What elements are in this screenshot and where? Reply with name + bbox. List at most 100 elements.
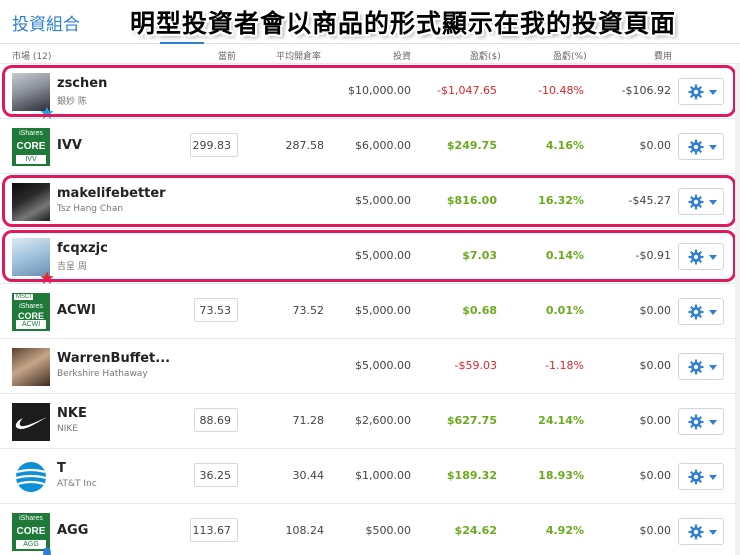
current-price[interactable]: 113.67 <box>190 518 238 542</box>
table-row[interactable]: makelifebetter Tsz Hang Chan $5,000.00 $816… <box>0 174 740 229</box>
chevron-down-icon <box>709 475 717 480</box>
invested-amount: $2,600.00 <box>355 414 411 427</box>
fee-amount: $0.00 <box>639 414 672 427</box>
col-fees[interactable]: 費用 <box>654 49 672 62</box>
col-pl-percent[interactable]: 盈虧(%) <box>553 49 587 62</box>
gear-icon <box>688 359 704 375</box>
table-row[interactable]: zschen 銀妙 陈 $10,000.00 -$1,047.65 -10.48% -$1… <box>0 64 740 119</box>
instrument-name[interactable]: fcqxzjc <box>57 241 108 256</box>
pl-amount: $189.32 <box>446 469 497 482</box>
pl-percent: 16.32% <box>538 194 584 207</box>
fee-amount: -$45.27 <box>628 194 671 207</box>
row-settings-button[interactable] <box>678 298 724 325</box>
invested-amount: $5,000.00 <box>355 359 411 372</box>
fee-amount: $0.00 <box>639 524 672 537</box>
instrument-name[interactable]: IVV <box>57 138 82 153</box>
row-settings-button[interactable] <box>678 78 724 105</box>
chevron-down-icon <box>709 90 717 95</box>
instrument-name[interactable]: T <box>57 461 66 476</box>
chevron-down-icon <box>709 530 717 535</box>
avg-open-rate: 108.24 <box>285 524 325 537</box>
chevron-down-icon <box>709 255 717 260</box>
tab-bar: 投資組合 明型投資者會以商品的形式顯示在我的投資頁面 <box>0 0 740 44</box>
table-row[interactable]: T AT&T Inc 36.25 30.44 $1,000.00 $189.32 18.93… <box>0 449 740 504</box>
chevron-down-icon <box>709 310 717 315</box>
row-settings-button[interactable] <box>678 243 724 270</box>
invested-amount: $5,000.00 <box>355 304 411 317</box>
invested-amount: $5,000.00 <box>355 249 411 262</box>
pl-amount: $816.00 <box>446 194 497 207</box>
fee-amount: $0.00 <box>639 304 672 317</box>
red-star-icon <box>40 270 54 284</box>
instrument-subtitle: NIKE <box>57 424 78 434</box>
ishares-logo[interactable]: iShares CORE IVV <box>12 128 50 166</box>
row-settings-button[interactable] <box>678 353 724 380</box>
avatar[interactable] <box>12 348 50 386</box>
gear-icon <box>688 194 704 210</box>
col-pl-amount[interactable]: 盈虧($) <box>470 49 501 62</box>
avg-open-rate: 30.44 <box>292 469 325 482</box>
current-price[interactable]: 299.83 <box>190 133 238 157</box>
pl-amount: $627.75 <box>446 414 497 427</box>
table-row[interactable]: WarrenBuffet... Berkshire Hathaway $5,000.… <box>0 339 740 394</box>
row-settings-button[interactable] <box>678 408 724 435</box>
pl-percent: -10.48% <box>538 84 584 97</box>
chevron-down-icon <box>709 420 717 425</box>
instrument-name[interactable]: zschen <box>57 76 107 91</box>
scrollbar[interactable] <box>735 64 740 555</box>
bell-icon <box>40 545 54 555</box>
avatar[interactable] <box>12 183 50 221</box>
chevron-down-icon <box>709 145 717 150</box>
logo-brand: iShares <box>19 303 43 310</box>
logo-ticker: IVV <box>16 155 46 164</box>
instrument-name[interactable]: ACWI <box>57 303 96 318</box>
tab-portfolio[interactable]: 投資組合 <box>12 10 80 35</box>
gear-icon <box>688 84 704 100</box>
avg-open-rate: 73.52 <box>292 304 325 317</box>
row-settings-button[interactable] <box>678 518 724 545</box>
invested-amount: $500.00 <box>365 524 412 537</box>
current-price[interactable]: 73.53 <box>194 298 238 322</box>
invested-amount: $5,000.00 <box>355 194 411 207</box>
row-settings-button[interactable] <box>678 188 724 215</box>
pl-amount: $249.75 <box>446 139 497 152</box>
instrument-name[interactable]: WarrenBuffet... <box>57 351 170 366</box>
annotation-banner: 明型投資者會以商品的形式顯示在我的投資頁面 <box>130 9 677 38</box>
swoosh-icon <box>15 417 47 430</box>
avg-open-rate: 71.28 <box>292 414 325 427</box>
logo-ticker: ACWI <box>16 320 46 329</box>
col-avg-open[interactable]: 平均開倉率 <box>276 49 321 62</box>
col-current[interactable]: 當前 <box>218 49 236 62</box>
current-price[interactable]: 88.69 <box>194 408 238 432</box>
gear-icon <box>688 524 704 540</box>
instrument-subtitle: 銀妙 陈 <box>57 97 87 107</box>
instrument-subtitle: AT&T Inc <box>57 479 97 489</box>
logo-brand: iShares <box>19 515 43 522</box>
fee-amount: -$106.92 <box>621 84 671 97</box>
table-row[interactable]: NKE NIKE 88.69 71.28 $2,600.00 $627.75 24.14% $… <box>0 394 740 449</box>
blue-star-icon <box>40 105 54 119</box>
att-logo[interactable] <box>12 458 50 496</box>
ishares-logo[interactable]: MSCI iShares CORE ACWI <box>12 293 50 331</box>
current-price[interactable]: 36.25 <box>194 463 238 487</box>
invested-amount: $1,000.00 <box>355 469 411 482</box>
logo-brand: iShares <box>19 130 43 137</box>
instrument-name[interactable]: AGG <box>57 523 88 538</box>
logo-core: CORE <box>16 141 46 152</box>
pl-amount: -$59.03 <box>454 359 497 372</box>
col-market[interactable]: 市場 (12) <box>12 49 51 62</box>
row-settings-button[interactable] <box>678 463 724 490</box>
instrument-name[interactable]: NKE <box>57 406 87 421</box>
table-row[interactable]: iShares CORE IVV IVV 299.83 287.58 $6,000.00 $2… <box>0 119 740 174</box>
fee-amount: -$0.91 <box>635 249 671 262</box>
row-settings-button[interactable] <box>678 133 724 160</box>
table-row[interactable]: fcqxzjc 吉呈 周 $5,000.00 $7.03 0.14% -$0.91 <box>0 229 740 284</box>
nike-logo[interactable] <box>12 403 50 441</box>
instrument-name[interactable]: makelifebetter <box>57 186 166 201</box>
col-invested[interactable]: 投資 <box>393 49 411 62</box>
pl-percent: -1.18% <box>545 359 584 372</box>
fee-amount: $0.00 <box>639 139 672 152</box>
table-header: 市場 (12) 當前 平均開倉率 投資 盈虧($) 盈虧(%) 費用 <box>0 44 740 64</box>
table-row[interactable]: MSCI iShares CORE ACWI ACWI 73.53 73.52 $5,000.… <box>0 284 740 339</box>
table-row[interactable]: iShares CORE AGG AGG 113.67 108.24 $500.00 $24.… <box>0 504 740 555</box>
